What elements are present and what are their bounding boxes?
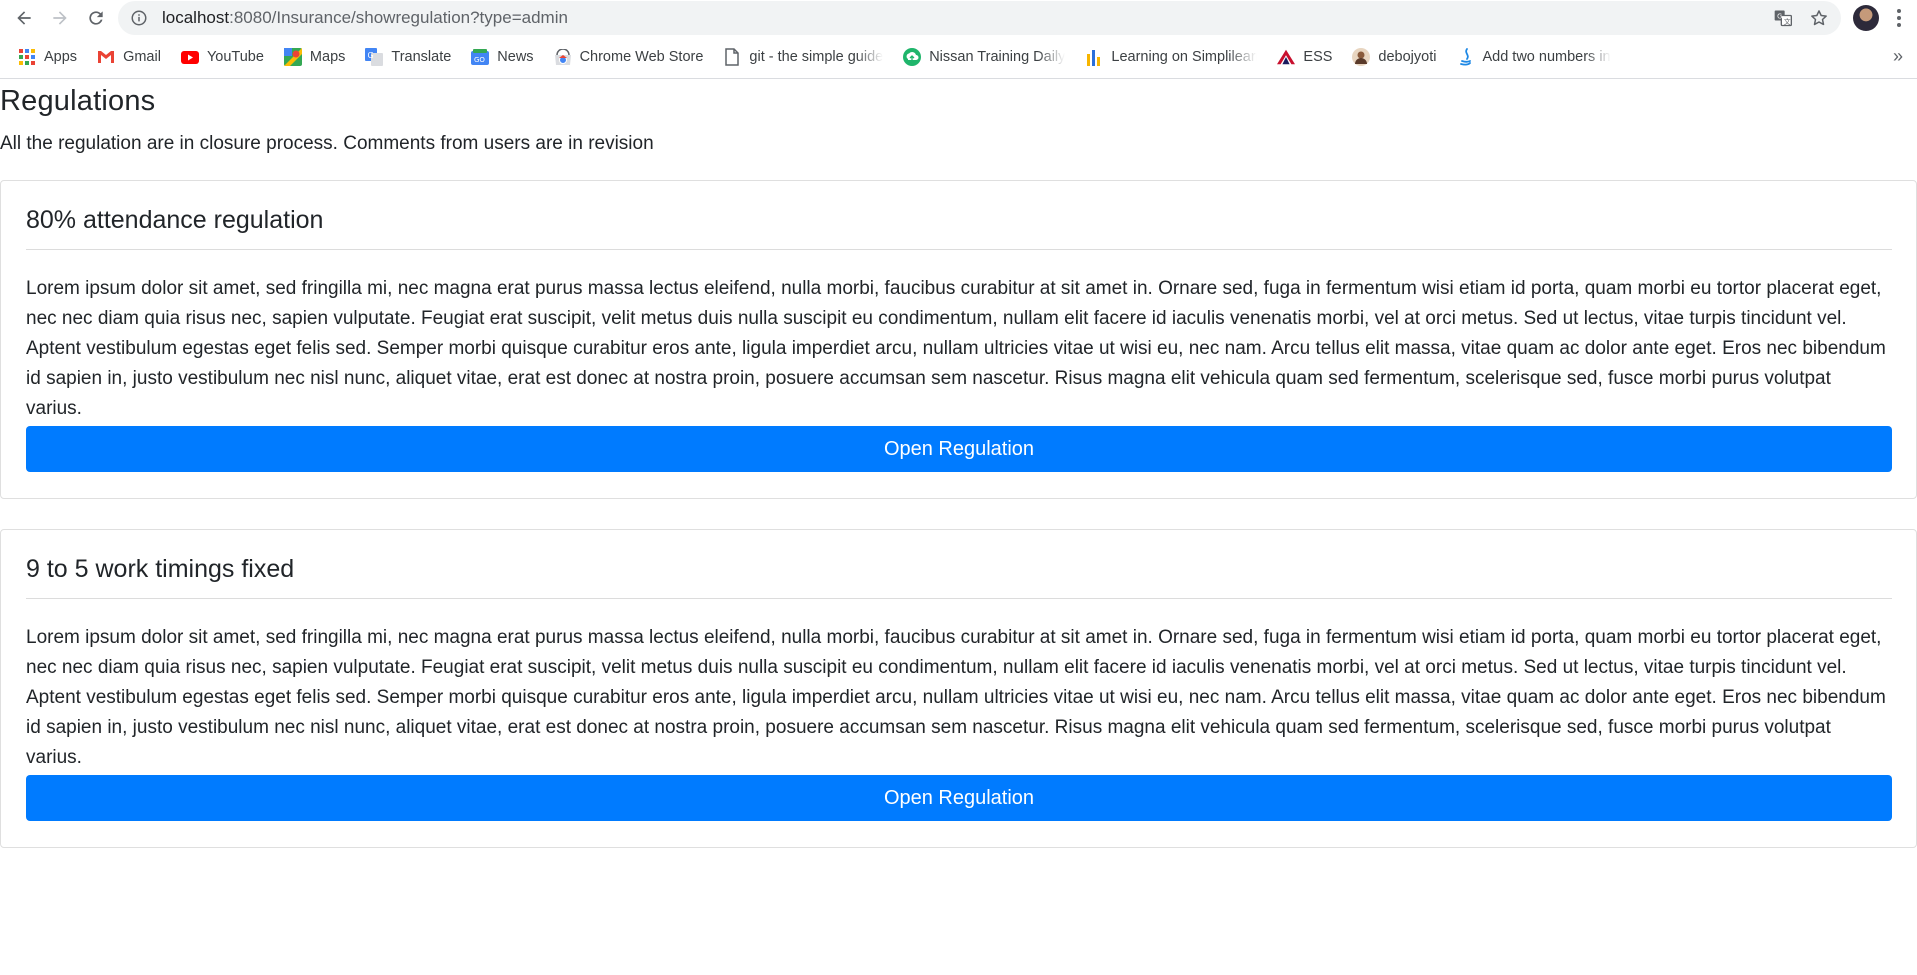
more-vert-icon <box>1897 9 1901 27</box>
bookmark-nissan-training[interactable]: Nissan Training Daily <box>903 48 1065 66</box>
bookmark-label: Learning on Simplilearn <box>1111 49 1258 65</box>
page-content: Regulations All the regulation are in cl… <box>0 83 1917 848</box>
bookmark-star-icon[interactable] <box>1809 8 1829 28</box>
arrow-left-icon <box>17 11 31 25</box>
web-store-icon <box>554 48 572 66</box>
reload-icon <box>89 11 103 25</box>
gmail-icon <box>97 48 115 66</box>
bookmark-label: News <box>497 49 534 65</box>
maps-icon <box>283 48 302 66</box>
profile-avatar[interactable] <box>1853 5 1879 31</box>
bookmark-maps[interactable]: Maps <box>283 48 346 66</box>
bookmark-simplilearn[interactable]: Learning on Simplilearn <box>1085 48 1257 66</box>
translate-icon: G <box>365 48 384 66</box>
bookmarks-bar: Apps Gmail YouTube Maps G Translate GO N… <box>0 36 1917 79</box>
svg-text:G: G <box>1777 12 1782 20</box>
bookmark-youtube[interactable]: YouTube <box>180 48 264 66</box>
back-button[interactable] <box>6 0 42 36</box>
bookmark-news[interactable]: GO News <box>471 48 534 66</box>
bookmark-apps[interactable]: Apps <box>18 48 77 66</box>
bookmark-label: ESS <box>1303 49 1333 65</box>
regulation-title: 9 to 5 work timings fixed <box>26 555 295 583</box>
browser-menu-button[interactable] <box>1887 0 1911 36</box>
bookmark-label: Gmail <box>123 49 161 65</box>
bookmark-add-two-numbers[interactable]: Add two numbers in <box>1456 48 1611 66</box>
news-icon: GO <box>471 48 490 66</box>
apps-grid-icon <box>18 48 36 66</box>
reload-button[interactable] <box>78 0 114 36</box>
bookmark-label: Chrome Web Store <box>579 49 704 65</box>
url-host: localhost <box>162 8 230 27</box>
cloud-upload-icon <box>903 48 922 66</box>
youtube-icon <box>180 48 199 66</box>
svg-text:文: 文 <box>1784 17 1791 26</box>
user-avatar-icon <box>1352 48 1371 66</box>
simplilearn-icon <box>1085 48 1103 66</box>
ess-icon <box>1277 48 1296 66</box>
svg-text:G: G <box>368 51 374 60</box>
regulation-card: 80% attendance regulation Lorem ipsum do… <box>0 180 1917 499</box>
url-text[interactable]: localhost:8080/Insurance/showregulation?… <box>162 8 568 28</box>
divider <box>26 598 1892 599</box>
bookmark-label: Nissan Training Daily <box>929 49 1066 65</box>
regulation-title: 80% attendance regulation <box>26 206 324 234</box>
info-icon <box>131 10 147 26</box>
bookmark-label: Translate <box>391 49 452 65</box>
bookmark-git-guide[interactable]: git - the simple guide <box>723 48 883 66</box>
bookmark-label: debojyoti <box>1378 49 1437 65</box>
divider <box>26 249 1892 250</box>
bookmark-translate[interactable]: G Translate <box>365 48 451 66</box>
translate-page-icon[interactable]: G文 <box>1773 8 1793 28</box>
bookmark-chrome-web-store[interactable]: Chrome Web Store <box>554 48 704 66</box>
bookmark-label: Maps <box>309 49 346 65</box>
bookmark-debojyoti[interactable]: debojyoti <box>1352 48 1436 66</box>
bookmark-ess[interactable]: ESS <box>1277 48 1332 66</box>
bookmark-label: git - the simple guide <box>749 49 884 65</box>
java-icon <box>1456 48 1474 66</box>
svg-text:GO: GO <box>474 56 485 64</box>
page-subtitle: All the regulation are in closure proces… <box>0 133 654 154</box>
url-path: :8080/Insurance/showregulation?type=admi… <box>229 8 568 27</box>
bookmark-label: Apps <box>44 49 78 65</box>
regulation-card: 9 to 5 work timings fixed Lorem ipsum do… <box>0 529 1917 848</box>
regulation-description: Lorem ipsum dolor sit amet, sed fringill… <box>26 627 1886 768</box>
arrow-right-icon <box>53 11 67 25</box>
bookmark-label: YouTube <box>206 49 264 65</box>
address-bar[interactable]: localhost:8080/Insurance/showregulation?… <box>118 1 1841 35</box>
open-regulation-button[interactable]: Open Regulation <box>26 775 1892 821</box>
bookmark-label: Add two numbers in <box>1482 49 1611 65</box>
browser-toolbar: localhost:8080/Insurance/showregulation?… <box>0 0 1917 36</box>
more-bookmarks-chevron-icon[interactable]: » <box>1893 46 1903 67</box>
regulation-description: Lorem ipsum dolor sit amet, sed fringill… <box>26 278 1886 419</box>
open-regulation-button[interactable]: Open Regulation <box>26 426 1892 472</box>
forward-button[interactable] <box>42 0 78 36</box>
page-icon <box>723 48 741 66</box>
bookmark-gmail[interactable]: Gmail <box>97 48 161 66</box>
page-title: Regulations <box>0 85 156 117</box>
